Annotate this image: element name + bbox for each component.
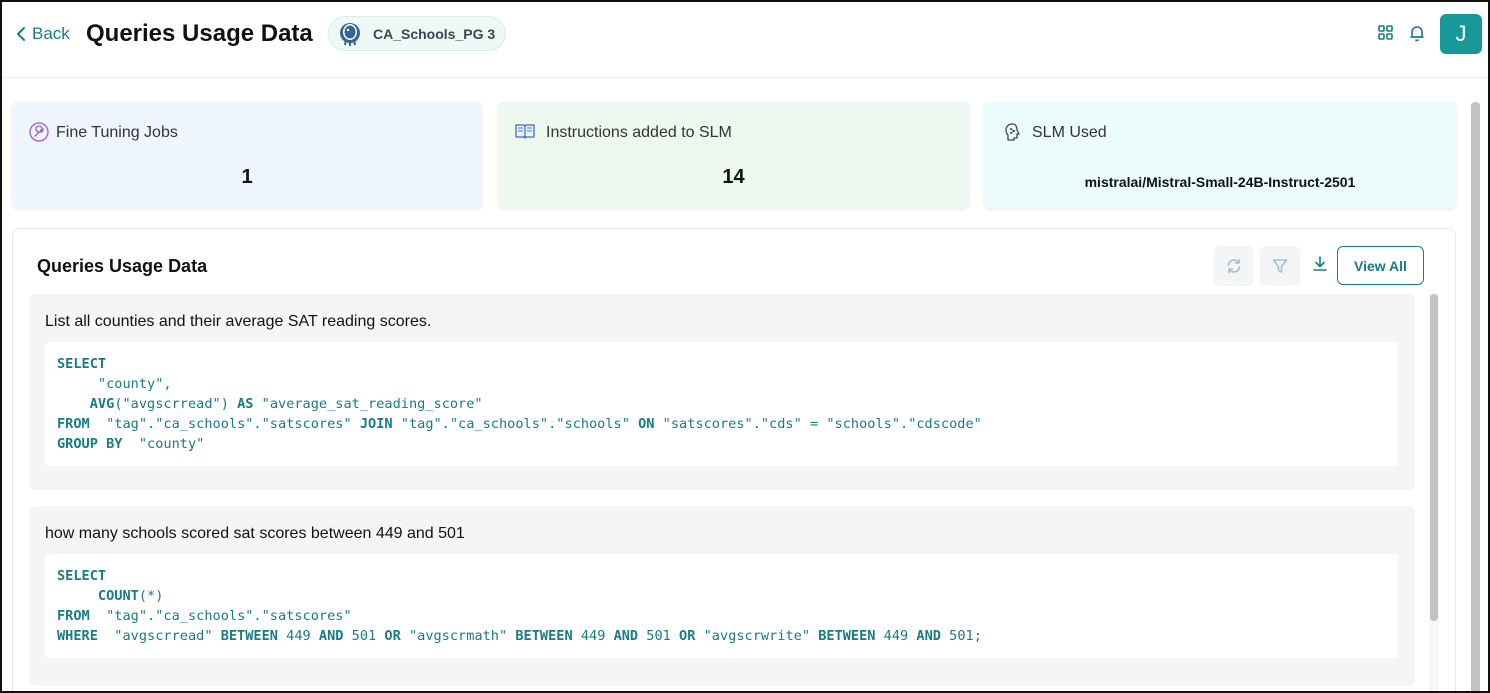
slm-used-value: mistralai/Mistral-Small-24B-Instruct-250… (1084, 174, 1356, 190)
fine-tuning-label: Fine Tuning Jobs (56, 124, 178, 141)
back-label: Back (32, 24, 70, 43)
sql-keyword: GROUP BY (57, 436, 123, 452)
database-chip[interactable]: CA_Schools_PG 3 (328, 16, 506, 51)
filter-button[interactable] (1260, 246, 1300, 286)
sql-line: COUNT(*) (97, 588, 164, 604)
database-name: CA_Schools_PG 3 (373, 25, 496, 42)
fine-tuning-value: 1 (241, 166, 253, 188)
sql-keyword: AVG (89, 396, 115, 412)
queries-panel: Queries Usage Data View All List all cou… (12, 228, 1456, 691)
sql-line: AVG("avgscrread") AS "average_sat_readin… (89, 396, 483, 412)
slm-used-card: SLM Used mistralai/Mistral-Small-24B-Ins… (984, 102, 1456, 208)
query-question: List all counties and their average SAT … (45, 313, 432, 330)
filter-icon (1272, 259, 1288, 273)
instructions-value: 14 (722, 166, 745, 188)
sql-line: "county", (57, 376, 172, 392)
sql-keyword: ON (638, 416, 655, 432)
sql-keyword: FROM (57, 416, 90, 432)
sql-line: SELECT (57, 566, 1386, 586)
list-scrollbar-thumb[interactable] (1430, 294, 1438, 621)
panel-title: Queries Usage Data (37, 256, 208, 276)
sql-keyword: COUNT (97, 588, 139, 604)
sql-code-block: SELECT "county", AVG("avgscrread") AS "a… (45, 342, 1398, 466)
sql-keyword: AND (613, 628, 639, 644)
sql-code-block: SELECT COUNT(*) FROM "tag"."ca_schools"."… (45, 554, 1398, 658)
download-icon (1313, 256, 1327, 271)
sql-keyword: JOIN (359, 416, 393, 432)
app-window: Back Queries Usage Data CA_Schools_PG 3 (0, 0, 1490, 693)
sql-keyword: AS (237, 396, 254, 412)
query-item[interactable]: List all counties and their average SAT … (29, 294, 1415, 490)
view-all-button[interactable]: View All (1337, 246, 1424, 285)
fine-tuning-jobs-card: Fine Tuning Jobs 1 (12, 102, 482, 208)
sql-line: FROM "tag"."ca_schools"."satscores" (57, 608, 352, 624)
sql-keyword: AND (318, 628, 344, 644)
ai-brain-icon (1005, 123, 1020, 141)
apps-grid-icon[interactable] (1377, 24, 1397, 44)
refresh-button[interactable] (1214, 246, 1254, 286)
instructions-label: Instructions added to SLM (546, 124, 732, 141)
refresh-icon (1227, 258, 1241, 274)
back-button[interactable]: Back (16, 24, 70, 44)
top-header: Back Queries Usage Data CA_Schools_PG 3 (2, 2, 1488, 78)
download-button[interactable] (1311, 255, 1329, 273)
sql-keyword: OR (384, 628, 401, 644)
sql-line: WHERE "avgscrread" BETWEEN 449 AND 501 O… (57, 628, 982, 644)
chevron-left-icon (17, 27, 25, 41)
page-scrollbar-thumb[interactable] (1471, 102, 1480, 691)
sql-keyword: SELECT (57, 568, 107, 584)
sql-line: SELECT (57, 354, 1386, 374)
sql-line: FROM "tag"."ca_schools"."satscores" JOIN… (57, 416, 982, 432)
sql-keyword: OR (679, 628, 696, 644)
sql-keyword: FROM (57, 608, 90, 624)
tool-icon (29, 122, 49, 142)
sql-keyword: AND (916, 628, 941, 644)
page-title: Queries Usage Data (86, 20, 313, 47)
bell-icon[interactable] (1408, 24, 1428, 44)
sql-keyword: SELECT (57, 356, 107, 372)
query-item[interactable]: how many schools scored sat scores betwe… (29, 506, 1415, 686)
postgresql-icon (340, 22, 360, 46)
sql-keyword: BETWEEN (818, 628, 876, 644)
user-avatar[interactable]: J (1440, 14, 1482, 54)
sql-line: GROUP BY "county" (57, 436, 205, 452)
sql-keyword: WHERE (57, 628, 98, 644)
sql-keyword: BETWEEN (220, 628, 278, 644)
open-book-icon (515, 124, 535, 139)
query-question: how many schools scored sat scores betwe… (45, 525, 465, 542)
sql-keyword: BETWEEN (515, 628, 573, 644)
slm-used-label: SLM Used (1032, 124, 1107, 141)
instructions-card: Instructions added to SLM 14 (498, 102, 969, 208)
